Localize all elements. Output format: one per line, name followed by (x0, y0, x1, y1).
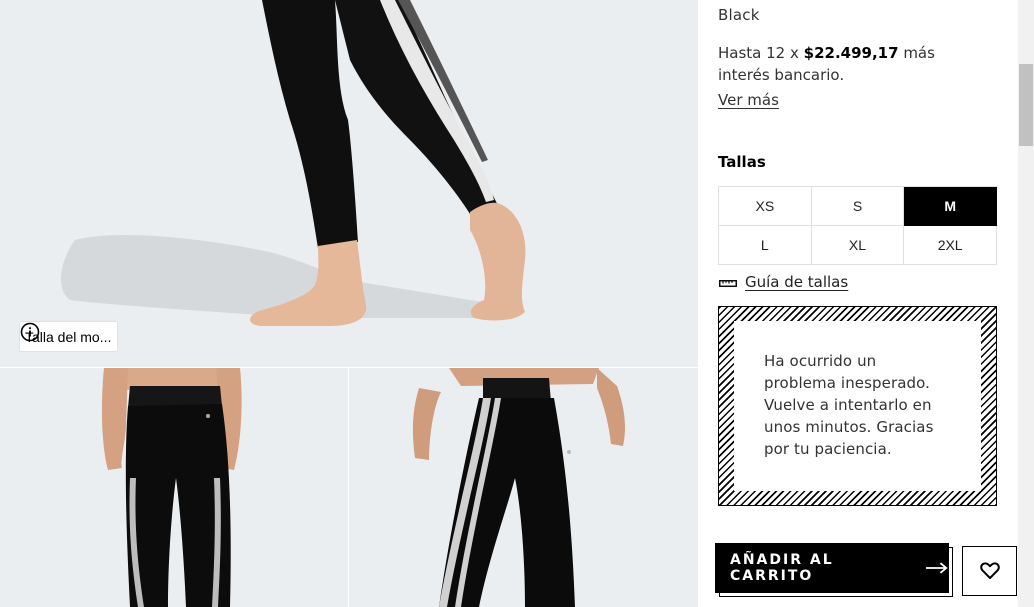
product-color: Black (718, 6, 760, 24)
tights-back-view-illustration (101, 368, 242, 607)
error-message-box: Ha ocurrido un problema inesperado. Vuel… (718, 306, 997, 506)
wishlist-button[interactable] (962, 546, 1017, 596)
size-option-s[interactable]: S (811, 187, 905, 226)
installments-amount: $22.499,17 (803, 44, 899, 62)
installments-text: Hasta 12 x $22.499,17 más interés bancar… (718, 42, 988, 86)
ruler-icon (719, 280, 737, 287)
tights-side-view-illustration (60, 0, 526, 326)
scrollbar-thumb[interactable] (1019, 64, 1033, 146)
model-size-button[interactable]: Talla del mo... (20, 322, 118, 351)
error-message: Ha ocurrido un problema inesperado. Vuel… (734, 321, 981, 491)
size-selector: XS S M L XL 2XL (718, 186, 997, 265)
thumbnail-back-view[interactable] (0, 368, 348, 607)
size-option-2xl[interactable]: 2XL (904, 226, 997, 265)
see-more-link[interactable]: Ver más (718, 91, 779, 109)
size-option-xl[interactable]: XL (811, 226, 905, 265)
product-gallery: Talla del mo... (0, 0, 698, 607)
size-option-m[interactable]: M (904, 187, 997, 226)
size-guide-link[interactable]: Guía de tallas (719, 273, 848, 291)
tights-front-view-illustration (412, 368, 625, 607)
sizes-title: Tallas (718, 153, 766, 171)
info-icon (20, 322, 40, 342)
installments-prefix: Hasta 12 x (718, 44, 804, 62)
size-option-xs[interactable]: XS (719, 187, 812, 226)
add-to-cart-label: AÑADIR AL CARRITO (730, 552, 834, 584)
main-product-image[interactable]: Talla del mo... (0, 0, 697, 367)
heart-icon (979, 562, 1000, 579)
size-guide-label: Guía de tallas (745, 273, 849, 291)
add-to-cart-button[interactable]: AÑADIR AL CARRITO (715, 543, 949, 593)
product-info-panel: Black Hasta 12 x $22.499,17 más interés … (698, 0, 1018, 607)
size-option-l[interactable]: L (719, 226, 812, 265)
arrow-right-icon (926, 562, 949, 574)
thumbnail-front-view[interactable] (349, 368, 698, 607)
page-scrollbar[interactable] (1018, 0, 1034, 607)
